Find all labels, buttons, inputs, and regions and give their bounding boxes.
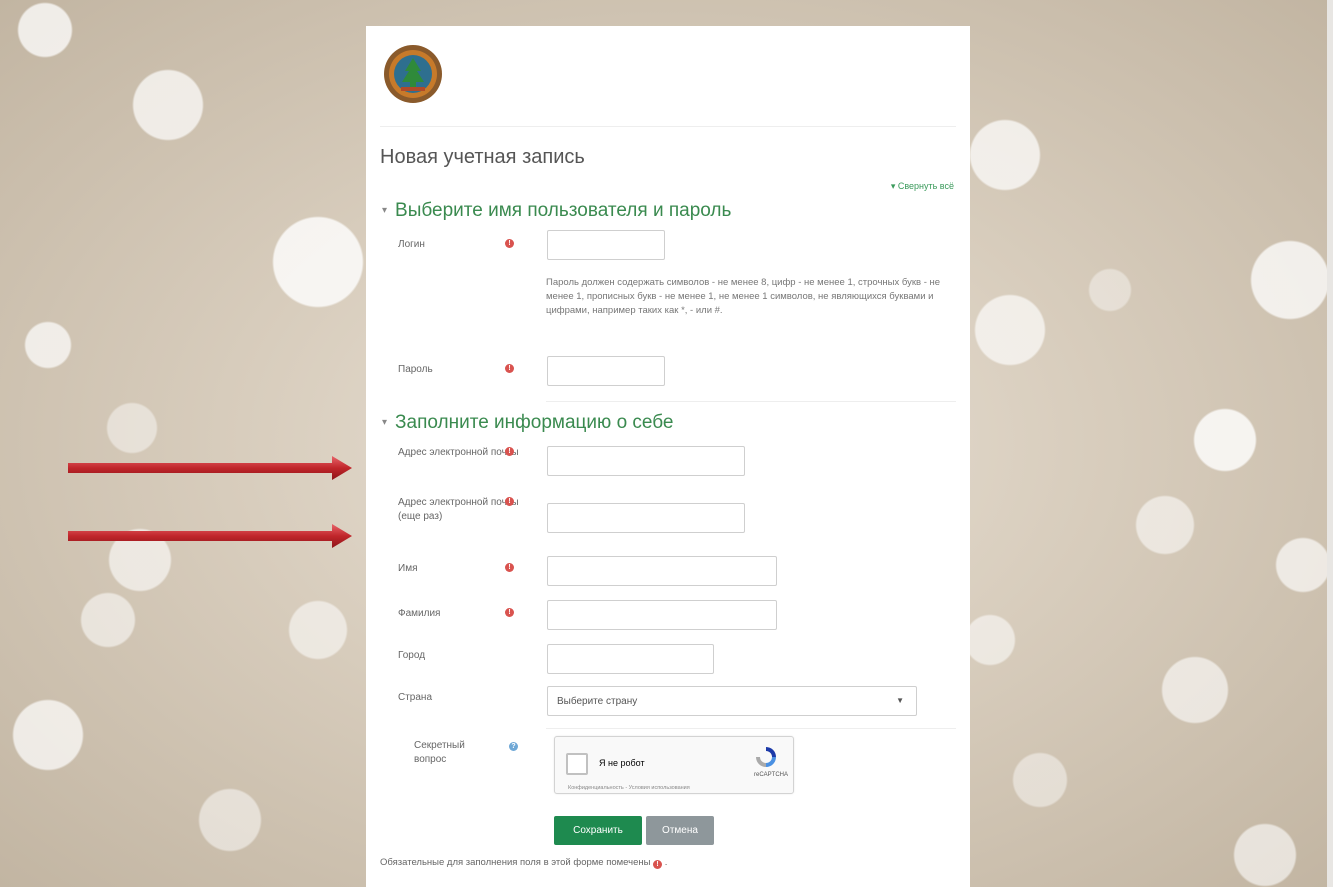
scrollbar[interactable] bbox=[1327, 0, 1333, 887]
required-icon: ! bbox=[505, 364, 514, 373]
annotation-arrow-email bbox=[68, 456, 352, 480]
lastname-label: Фамилия bbox=[398, 608, 441, 619]
required-icon: ! bbox=[505, 608, 514, 617]
email-input[interactable] bbox=[547, 446, 745, 476]
annotation-arrow-email-repeat bbox=[68, 524, 352, 548]
help-icon[interactable]: ? bbox=[509, 742, 518, 751]
required-fields-note: Обязательные для заполнения поля в этой … bbox=[380, 857, 667, 869]
recaptcha-label: Я не робот bbox=[599, 758, 645, 768]
firstname-input[interactable] bbox=[547, 556, 777, 586]
password-policy-hint: Пароль должен содержать символов - не ме… bbox=[546, 277, 941, 316]
save-button[interactable]: Сохранить bbox=[554, 816, 642, 845]
cancel-button[interactable]: Отмена bbox=[646, 816, 714, 845]
login-input[interactable] bbox=[547, 230, 665, 260]
firstname-label: Имя bbox=[398, 563, 418, 574]
country-selected-value: Выберите страну bbox=[557, 696, 638, 707]
section-divider bbox=[546, 401, 956, 402]
required-icon: ! bbox=[505, 563, 514, 572]
section-toggle-icon: ▾ bbox=[382, 417, 388, 428]
section-divider bbox=[546, 728, 956, 729]
required-icon: ! bbox=[505, 447, 514, 456]
site-logo bbox=[384, 45, 442, 103]
recaptcha-logo-icon bbox=[756, 747, 776, 767]
city-label: Город bbox=[398, 650, 426, 661]
recaptcha-widget: Я не робот reCAPTCHA Конфиденциальность … bbox=[554, 736, 794, 794]
country-label: Страна bbox=[398, 692, 433, 703]
section-about-title: Заполните информацию о себе bbox=[395, 412, 674, 433]
recaptcha-links[interactable]: Конфиденциальность - Условия использован… bbox=[568, 785, 690, 791]
required-icon: ! bbox=[505, 239, 514, 248]
required-fields-text: Обязательные для заполнения поля в этой … bbox=[380, 857, 651, 868]
section-credentials-title: Выберите имя пользователя и пароль bbox=[395, 200, 732, 221]
password-label: Пароль bbox=[398, 364, 433, 375]
section-about[interactable]: ▾ Заполните информацию о себе bbox=[382, 412, 674, 434]
login-label: Логин bbox=[398, 239, 425, 250]
collapse-all-link[interactable]: ▾ Свернуть всё bbox=[891, 181, 954, 192]
email-repeat-input[interactable] bbox=[547, 503, 745, 533]
country-select[interactable]: Выберите страну ▼ bbox=[547, 686, 917, 716]
city-input[interactable] bbox=[547, 644, 714, 674]
header-divider bbox=[380, 126, 956, 127]
password-input[interactable] bbox=[547, 356, 665, 386]
required-icon: ! bbox=[653, 860, 663, 869]
required-icon: ! bbox=[505, 497, 514, 506]
signup-card: Новая учетная запись ▾ Свернуть всё ▾ Выб… bbox=[366, 26, 970, 887]
section-toggle-icon: ▾ bbox=[382, 205, 388, 216]
section-credentials[interactable]: ▾ Выберите имя пользователя и пароль bbox=[382, 200, 731, 222]
dropdown-arrow-icon: ▼ bbox=[896, 696, 904, 705]
page-title: Новая учетная запись bbox=[380, 146, 585, 168]
recaptcha-brand: reCAPTCHA bbox=[753, 772, 788, 778]
recaptcha-checkbox[interactable] bbox=[566, 753, 588, 775]
lastname-input[interactable] bbox=[547, 600, 777, 630]
secret-question-label: Секретный вопрос bbox=[414, 740, 465, 765]
required-fields-end: . bbox=[664, 857, 668, 868]
